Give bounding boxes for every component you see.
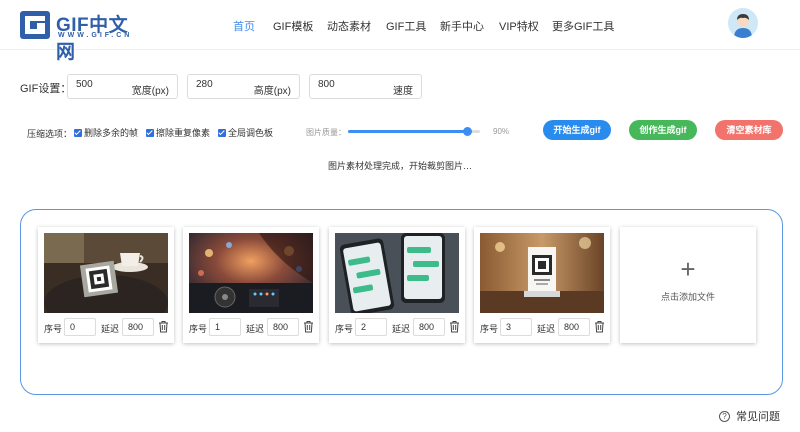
trash-icon[interactable]: [449, 320, 460, 333]
option-global-palette[interactable]: 全局调色板: [218, 126, 273, 139]
speed-unit: 速度: [393, 86, 413, 97]
gif-settings-label: GIF设置：: [20, 83, 72, 95]
index-input[interactable]: 1: [209, 318, 241, 336]
option-label: 擦除重复像素: [156, 128, 211, 138]
speed-input[interactable]: [318, 79, 378, 90]
frame-card[interactable]: 序号 1 延迟 800: [183, 227, 319, 343]
index-label: 序号: [480, 324, 499, 334]
faq-label: 常见问题: [736, 411, 780, 423]
nav-animated-materials[interactable]: 动态素材: [327, 18, 371, 34]
compression-label: 压缩选项：: [27, 129, 73, 139]
delay-input[interactable]: 800: [413, 318, 445, 336]
plus-icon: +: [680, 254, 696, 284]
nav-vip[interactable]: VIP特权: [499, 18, 539, 34]
quality-slider-fill: [348, 130, 467, 133]
checkbox-checked-icon[interactable]: [146, 128, 154, 137]
quality-slider-thumb[interactable]: [463, 127, 472, 136]
option-remove-frames[interactable]: 删除多余的帧: [74, 126, 138, 139]
cafe-qr-image: [44, 233, 168, 313]
add-file-button[interactable]: + 点击添加文件: [620, 227, 756, 343]
frame-card[interactable]: 序号 0 延迟 800: [38, 227, 174, 343]
qr-stand-image: [480, 233, 604, 313]
faq-link[interactable]: ? 常见问题: [719, 408, 780, 424]
dj-mixer-image: [189, 233, 313, 313]
nav-beginner-center[interactable]: 新手中心: [440, 18, 484, 34]
delay-input[interactable]: 800: [267, 318, 299, 336]
index-label: 序号: [44, 324, 63, 334]
frame-controls: 序号 0 延迟 800: [44, 318, 170, 336]
main-nav: 首页 GIF模板 动态素材 GIF工具 新手中心 VIP特权 更多GIF工具: [0, 0, 800, 50]
width-field[interactable]: 宽度(px): [67, 74, 178, 99]
trash-icon[interactable]: [594, 320, 605, 333]
nav-more-gif-tools[interactable]: 更多GIF工具: [552, 18, 614, 34]
frame-controls: 序号 3 延迟 800: [480, 318, 606, 336]
frame-thumbnail[interactable]: [335, 233, 459, 313]
delay-label: 延迟: [101, 324, 120, 334]
user-avatar-icon[interactable]: [728, 8, 758, 38]
nav-home[interactable]: 首页: [233, 18, 255, 34]
option-label: 删除多余的帧: [84, 128, 139, 138]
delay-label: 延迟: [537, 324, 556, 334]
frame-card[interactable]: 序号 3 延迟 800: [474, 227, 610, 343]
start-generate-button[interactable]: 开始生成gif: [543, 120, 611, 140]
frame-controls: 序号 2 延迟 800: [335, 318, 461, 336]
nav-gif-tools[interactable]: GIF工具: [386, 18, 426, 34]
frame-controls: 序号 1 延迟 800: [189, 318, 315, 336]
delay-input[interactable]: 800: [558, 318, 590, 336]
status-message: 图片素材处理完成，开始裁剪图片…: [327, 161, 472, 171]
speed-field[interactable]: 速度: [309, 74, 422, 99]
top-header: GIF中文网 WWW.GIF.CN 首页 GIF模板 动态素材 GIF工具 新手…: [0, 0, 800, 63]
question-icon: ?: [719, 410, 730, 422]
width-unit: 宽度(px): [131, 86, 169, 97]
height-field[interactable]: 高度(px): [187, 74, 300, 99]
trash-icon[interactable]: [158, 320, 169, 333]
index-input[interactable]: 2: [355, 318, 387, 336]
add-file-label: 点击添加文件: [660, 292, 715, 302]
nav-gif-templates[interactable]: GIF模板: [273, 18, 313, 34]
option-erase-pixels[interactable]: 擦除重复像素: [146, 126, 210, 139]
delay-label: 延迟: [246, 324, 265, 334]
delay-input[interactable]: 800: [122, 318, 154, 336]
index-label: 序号: [189, 324, 208, 334]
avatar-figure: [728, 8, 758, 38]
frame-thumbnail[interactable]: [44, 233, 168, 313]
checkbox-checked-icon[interactable]: [74, 128, 82, 137]
height-input[interactable]: [196, 79, 256, 90]
create-generate-button[interactable]: 创作生成gif: [629, 120, 697, 140]
option-label: 全局调色板: [228, 128, 274, 138]
index-label: 序号: [335, 324, 354, 334]
checkbox-checked-icon[interactable]: [218, 128, 226, 137]
frame-thumbnail[interactable]: [189, 233, 313, 313]
width-input[interactable]: [76, 79, 136, 90]
index-input[interactable]: 0: [64, 318, 96, 336]
frame-card[interactable]: 序号 2 延迟 800: [329, 227, 465, 343]
phones-chat-image: [335, 233, 459, 313]
quality-label: 图片质量：: [306, 128, 346, 137]
trash-icon[interactable]: [303, 320, 314, 333]
delay-label: 延迟: [392, 324, 411, 334]
height-unit: 高度(px): [253, 86, 291, 97]
quality-slider[interactable]: [348, 127, 480, 136]
clear-library-button[interactable]: 清空素材库: [715, 120, 783, 140]
index-input[interactable]: 3: [500, 318, 532, 336]
quality-value: 90%: [493, 127, 510, 136]
frame-thumbnail[interactable]: [480, 233, 604, 313]
